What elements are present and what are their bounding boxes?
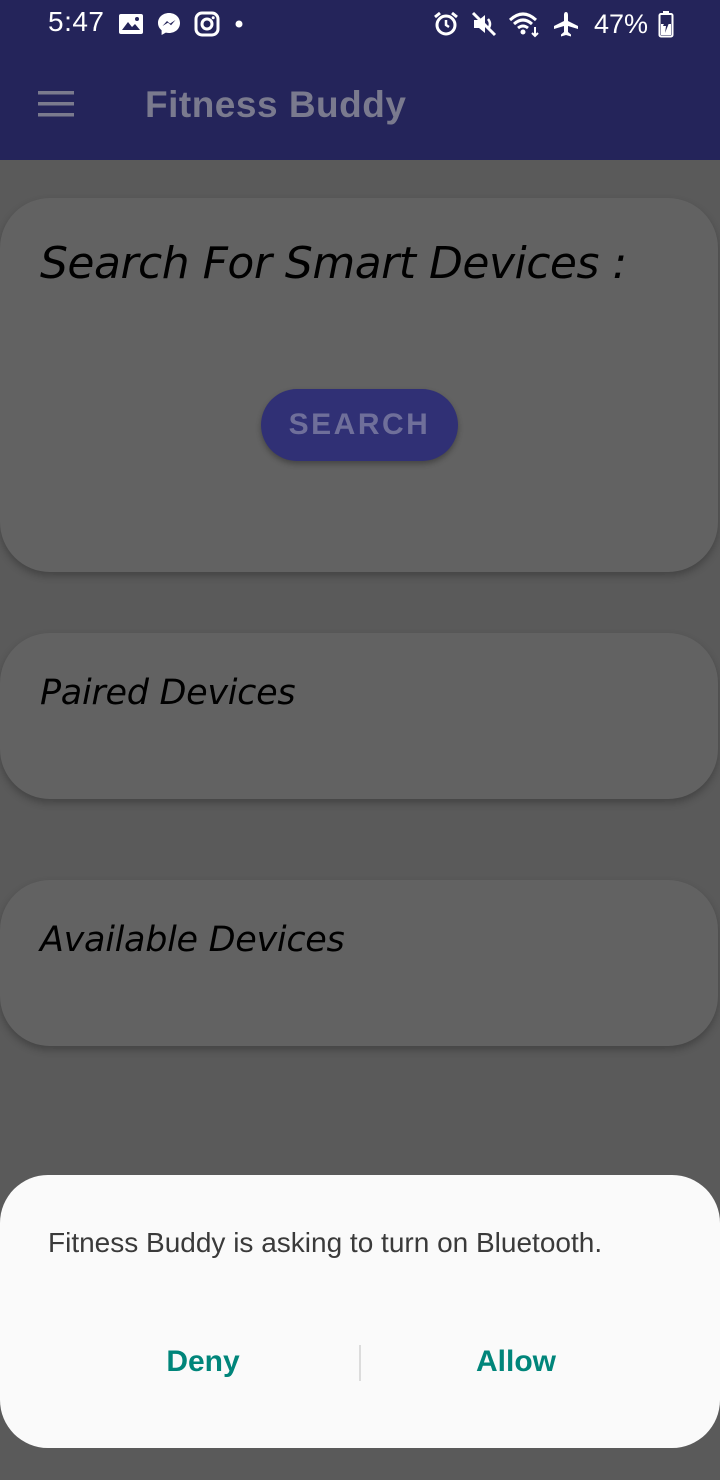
status-right-icons: 47% [432,8,674,40]
button-divider [359,1345,361,1381]
dot-icon [232,17,246,31]
status-left-icons [118,10,246,38]
dialog-message: Fitness Buddy is asking to turn on Bluet… [48,1227,603,1258]
app-bar: Fitness Buddy [0,48,720,160]
alarm-icon [432,10,460,38]
bluetooth-permission-dialog: Fitness Buddy is asking to turn on Bluet… [0,1175,720,1448]
airplane-icon [552,10,580,38]
status-time: 5:47 [48,6,105,37]
mute-icon [470,10,498,38]
paired-devices-title: Paired Devices [40,673,296,713]
battery-percent: 47% [593,8,648,39]
app-title: Fitness Buddy [145,84,407,125]
deny-button[interactable]: Deny [60,1340,346,1384]
paired-devices-card[interactable]: Paired Devices [0,633,718,799]
messenger-icon [156,11,182,37]
image-icon [118,12,144,36]
available-devices-card[interactable]: Available Devices [0,880,718,1046]
search-button[interactable]: SEARCH [261,389,458,461]
search-card-title: Search For Smart Devices : [40,238,627,289]
search-card: Search For Smart Devices : SEARCH [0,198,718,572]
instagram-icon [194,11,220,37]
allow-button[interactable]: Allow [372,1340,660,1384]
available-devices-title: Available Devices [40,920,345,960]
status-bar: 5:47 47% [0,0,720,48]
hamburger-menu-icon[interactable] [26,78,86,130]
battery-charging-icon [658,10,674,38]
wifi-icon [508,10,542,38]
